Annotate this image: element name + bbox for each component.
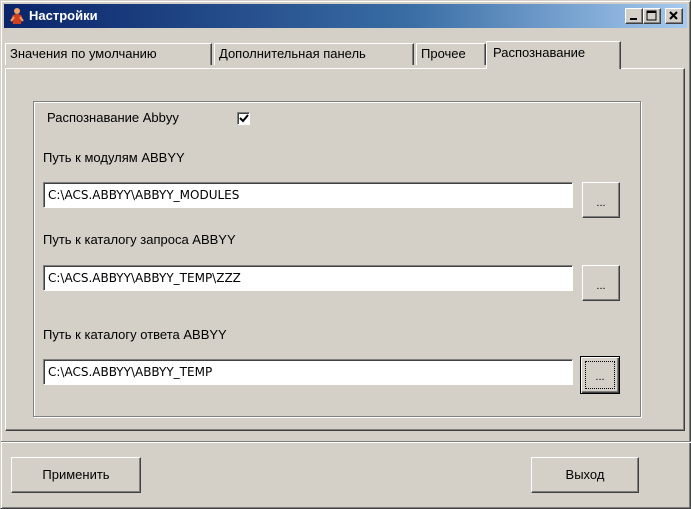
tab-recognition[interactable]: Распознавание bbox=[486, 41, 621, 69]
abbyy-recognition-checkbox[interactable] bbox=[237, 112, 250, 125]
response-path-field[interactable] bbox=[43, 359, 573, 385]
title-bar[interactable]: Настройки bbox=[4, 4, 687, 28]
apply-button[interactable]: Применить bbox=[11, 457, 141, 493]
maximize-icon bbox=[646, 10, 657, 21]
close-icon bbox=[669, 11, 678, 20]
app-figure-icon bbox=[8, 7, 26, 25]
tab-other[interactable]: Прочее bbox=[416, 43, 486, 65]
checkmark-icon bbox=[239, 114, 249, 123]
modules-path-field[interactable] bbox=[43, 182, 573, 208]
window-title: Настройки bbox=[29, 8, 98, 23]
response-path-label: Путь к каталогу ответа ABBYY bbox=[43, 327, 227, 342]
settings-window: Настройки Значения по умолчанию Дополнит… bbox=[0, 0, 691, 509]
minimize-button[interactable] bbox=[625, 8, 643, 24]
request-path-label: Путь к каталогу запроса ABBYY bbox=[43, 232, 236, 247]
modules-path-label: Путь к модулям ABBYY bbox=[43, 150, 185, 165]
response-browse-label: ... bbox=[595, 371, 605, 383]
tab-additional-panel[interactable]: Дополнительная панель bbox=[214, 43, 414, 65]
footer-separator bbox=[1, 441, 691, 443]
tab-defaults[interactable]: Значения по умолчанию bbox=[5, 43, 212, 65]
modules-browse-button[interactable]: ... bbox=[582, 182, 620, 218]
maximize-button[interactable] bbox=[643, 8, 661, 24]
abbyy-recognition-label: Распознавание Abbyy bbox=[47, 110, 179, 125]
request-path-field[interactable] bbox=[43, 265, 573, 291]
minimize-icon bbox=[630, 18, 637, 20]
request-browse-button[interactable]: ... bbox=[582, 265, 620, 301]
response-browse-button[interactable]: ... bbox=[580, 356, 620, 394]
close-button[interactable] bbox=[665, 8, 683, 24]
exit-button[interactable]: Выход bbox=[531, 457, 639, 493]
